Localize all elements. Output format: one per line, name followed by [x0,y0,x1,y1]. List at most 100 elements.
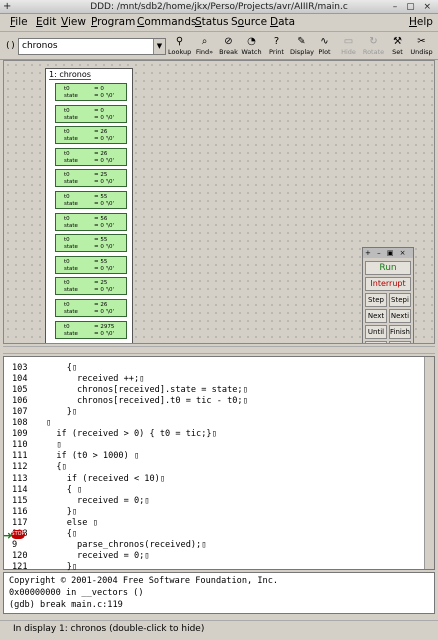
run-button[interactable]: Run [365,261,411,275]
menu-view[interactable]: View [61,16,86,28]
watch-icon: ◔ [247,36,256,47]
window-titlebar[interactable]: + DDD: /mnt/sdb2/home/jkx/Perso/Projects… [0,0,438,14]
source-code: }▯ [46,407,78,418]
source-code: if (received > 0) { t0 = tic;}▯ [46,429,217,440]
field-value: = 26 [94,150,108,157]
break-icon: ⊘ [224,36,233,47]
source-code: }▯ [46,506,78,517]
field-name: t0 [64,237,70,244]
plot-button[interactable]: ∿ Plot [313,36,336,58]
field-value: = 26 [94,302,108,308]
kill-button[interactable]: Kill [389,341,411,343]
field-value: = 25 [94,280,108,287]
chevron-down-icon[interactable]: ▼ [153,39,165,54]
display-row[interactable]: t0 = 55 state = 0 '\0' [55,234,127,253]
field-value: = 0 '\0' [94,157,114,164]
line-number: 110 [12,440,28,451]
window-menu-icon[interactable]: + [3,0,11,14]
line-number: 120 [12,550,28,561]
toolbar-button-label: Break [219,48,238,56]
print-button[interactable]: ? Print [265,36,288,58]
field-name: state [64,93,78,99]
line-number: 114 [12,484,28,495]
menu-bar: File Edit View Program Commands Status Source D… [0,14,438,32]
display-row[interactable]: t0 = 26 state = 0 '\0' [55,126,127,145]
display-row[interactable]: t0 = 26 state = 0 '\0' [55,299,127,317]
display-row[interactable]: t0 = 26 state = 0 '\0' [55,147,127,166]
field-name: state [64,179,78,186]
line-number: 104 [12,374,28,385]
menu-status[interactable]: Status [195,16,228,28]
rotate-button[interactable]: ↻ Rotate [362,36,385,58]
field-name: t0 [64,194,70,200]
menu-commands[interactable]: Commands [137,16,196,28]
field-value: = 0 '\0' [94,287,114,294]
display-row[interactable]: t0 = 0 state = 0 '\0' [55,104,127,123]
field-value: = 0 '\0' [94,330,114,337]
field-name: t0 [64,302,70,308]
display-row[interactable]: t0 = 0 state = 0 '\0' [55,83,127,101]
set-icon: ⚒ [393,36,402,47]
toolbar-button-label: Display [290,48,314,56]
display-button[interactable]: ✎ Display [290,36,314,58]
field-value: = 0 '\0' [94,201,114,207]
field-name: t0 [64,86,70,92]
breakpoint-stop-icon[interactable]: STOP [11,530,25,539]
line-number: 115 [12,495,28,506]
field-name: state [64,222,78,229]
source-code: ▯ [46,418,52,429]
line-number: 105 [12,385,28,396]
display-row[interactable]: t0 = 25 state = 0 '\0' [55,169,127,188]
display-row[interactable]: t0 = 55 state = 0 '\0' [55,255,127,274]
plot-icon: ∿ [320,36,329,47]
command-tool-titlebar[interactable]: + – ▣ × [363,248,413,258]
field-value: = 0 '\0' [94,265,114,272]
command-tool[interactable]: + – ▣ × Run Interrupt Step Stepi Next Nexti… [362,247,414,343]
display-row[interactable]: t0 = 25 state = 0 '\0' [55,277,127,296]
source-code: received ++;▯ [46,374,145,385]
field-name: t0 [64,215,70,222]
nexti-button[interactable]: Nexti [389,309,411,323]
source-window[interactable]: 103 {▯ 104 received ++;▯ 105 chronos[recei… [3,356,435,572]
argument-value[interactable]: chronos [22,41,58,51]
menu-data[interactable]: Data [270,16,295,28]
field-value: = 0 '\0' [94,114,114,121]
find-button[interactable]: ⌕ Find» [193,36,216,58]
menu-program[interactable]: Program [91,16,135,28]
hide-button[interactable]: ▭ Hide [337,36,360,58]
undisp-button[interactable]: ✂ Undisp [410,36,433,58]
field-value: = 0 '\0' [94,309,114,315]
finish-button[interactable]: Finish [389,325,411,339]
menu-help[interactable]: Help [409,16,433,28]
data-window[interactable]: 1: chronos t0 = 0 state = 0 '\0' t0 = 0 state =… [3,60,435,344]
until-button[interactable]: Until [365,325,387,339]
menu-edit[interactable]: Edit [36,16,56,28]
interrupt-button[interactable]: Interrupt [365,277,411,291]
step-button[interactable]: Step [365,293,387,307]
line-number: 103 [12,363,28,373]
toolbar-button-label: Find» [195,48,214,56]
display-row[interactable]: t0 = 55 state = 0 '\0' [55,191,127,209]
toolbar-button-label: Plot [318,48,331,56]
source-scrollbar[interactable] [424,357,434,569]
next-button[interactable]: Next [365,309,387,323]
cont-button[interactable]: Cont [365,341,387,343]
menu-file[interactable]: File [10,16,28,28]
field-name: t0 [64,323,70,330]
stepi-button[interactable]: Stepi [389,293,411,307]
break-button[interactable]: ⊘ Break [217,36,240,58]
window-controls[interactable]: – ▢ × [393,0,434,14]
lookup-button[interactable]: ⚲ Lookup [168,36,191,58]
set-button[interactable]: ⚒ Set [386,36,409,58]
hide-icon: ▭ [343,36,354,47]
pane-sash[interactable] [3,346,435,354]
display-row[interactable]: t0 = 56 state = 0 '\0' [55,212,127,231]
field-value: = 0 '\0' [94,222,114,229]
field-name: state [64,136,78,143]
watch-button[interactable]: ◔ Watch [240,36,263,58]
display-chronos[interactable]: 1: chronos t0 = 0 state = 0 '\0' t0 = 0 state =… [45,68,133,343]
argument-field[interactable]: chronos ▼ [18,38,166,55]
menu-source[interactable]: Source [231,16,267,28]
display-row[interactable]: t0 = 2975 state = 0 '\0' [55,320,127,339]
line-number: 111 [12,451,28,462]
